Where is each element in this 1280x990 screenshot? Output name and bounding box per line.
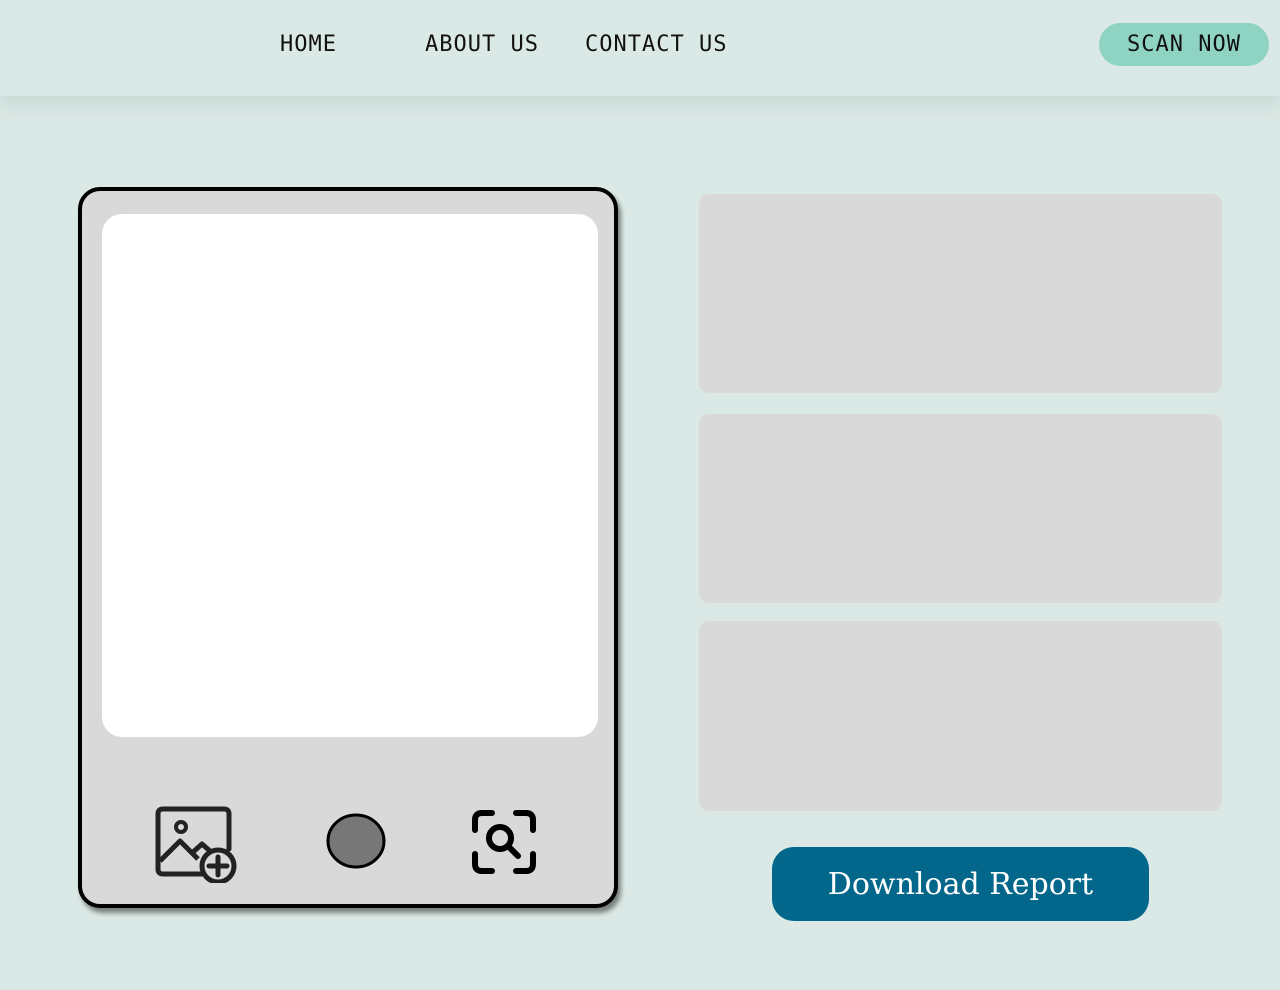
scan-search-icon[interactable]	[470, 808, 538, 876]
result-panel-2	[699, 414, 1222, 603]
nav-contact-link[interactable]: CONTACT US	[585, 32, 727, 57]
add-image-icon[interactable]	[154, 805, 240, 885]
nav-home-link[interactable]: HOME	[280, 32, 337, 57]
nav-about-link[interactable]: ABOUT US	[425, 32, 539, 57]
shutter-icon[interactable]	[325, 812, 387, 870]
result-panel-3	[699, 621, 1222, 811]
result-panel-1	[699, 194, 1222, 393]
scan-now-button[interactable]: SCAN NOW	[1099, 23, 1269, 66]
camera-viewport	[102, 214, 598, 737]
download-report-button[interactable]: Download Report	[772, 847, 1149, 921]
top-navigation-bar: HOME ABOUT US CONTACT US SCAN NOW	[0, 0, 1280, 96]
scanner-device-frame	[78, 187, 618, 908]
